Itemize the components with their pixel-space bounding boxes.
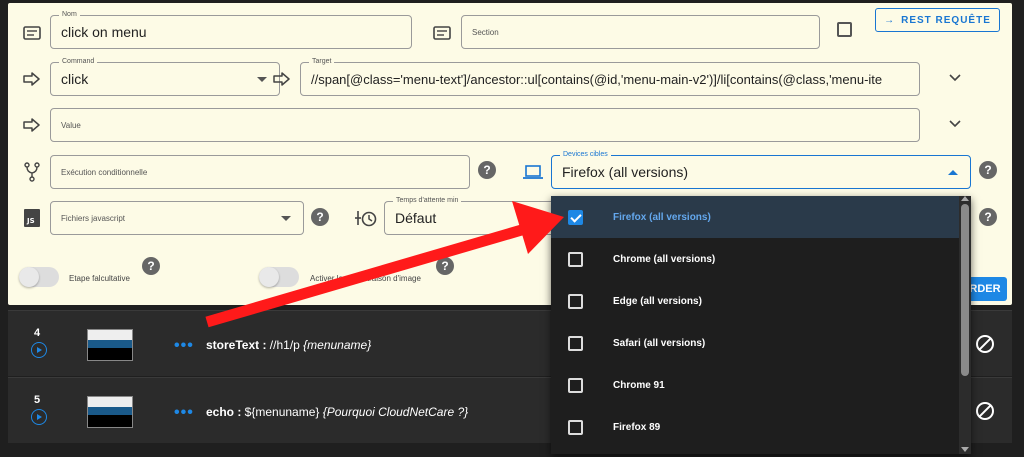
play-icon[interactable] <box>31 409 47 425</box>
step-command: storeText : //h1/p {menuname} <box>206 338 372 352</box>
dropdown-item-edge-all[interactable]: Edge (all versions) <box>551 280 959 322</box>
dropdown-item-firefox-89[interactable]: Firefox 89 <box>551 406 959 448</box>
more-icon[interactable]: ••• <box>174 337 194 355</box>
section-placeholder: Section <box>472 27 499 37</box>
help-icon[interactable]: ? <box>311 208 329 226</box>
checkbox[interactable] <box>568 209 583 225</box>
step-thumbnail[interactable] <box>87 396 133 428</box>
optional-step-label: Etape falcultative <box>69 274 130 283</box>
wait-time-value: Défaut <box>395 210 437 226</box>
help-icon[interactable]: ? <box>979 208 997 226</box>
js-file-icon: JS <box>23 209 41 227</box>
checkbox[interactable] <box>568 293 583 309</box>
section-field[interactable]: Section <box>461 15 820 49</box>
target-field[interactable]: Target //span[@class='menu-text']/ancest… <box>300 57 920 96</box>
caret-down-icon <box>257 77 267 82</box>
checkbox[interactable] <box>568 377 583 393</box>
optional-step-toggle[interactable] <box>19 267 59 287</box>
devices-select[interactable]: Devices cibles Firefox (all versions) <box>551 150 971 189</box>
nom-value: click on menu <box>61 24 147 40</box>
devices-dropdown: Firefox (all versions) Chrome (all versi… <box>551 196 971 454</box>
caret-up-icon <box>948 170 958 175</box>
devices-value: Firefox (all versions) <box>562 164 689 180</box>
timer-icon <box>355 208 377 228</box>
command-select[interactable]: Command click <box>50 57 280 96</box>
section-checkbox[interactable] <box>837 22 852 37</box>
caret-down-icon <box>281 216 291 221</box>
text-field-icon <box>432 23 452 43</box>
image-compare-toggle[interactable] <box>259 267 299 287</box>
scroll-up-icon[interactable] <box>961 196 969 201</box>
js-files-placeholder: Fichiers javascript <box>61 213 126 223</box>
chevron-down-icon[interactable] <box>948 119 962 129</box>
dropdown-item-firefox-all[interactable]: Firefox (all versions) <box>551 196 959 238</box>
value-field[interactable]: Value <box>50 108 920 142</box>
dropdown-item-safari-all[interactable]: Safari (all versions) <box>551 322 959 364</box>
rest-request-button[interactable]: → REST REQUÊTE <box>875 8 1000 32</box>
disable-icon[interactable] <box>976 402 994 420</box>
arrow-right-icon: → <box>884 14 896 26</box>
step-thumbnail[interactable] <box>87 329 133 361</box>
step-number: 4 <box>34 327 41 339</box>
more-icon[interactable]: ••• <box>174 404 194 422</box>
help-icon[interactable]: ? <box>142 257 160 275</box>
help-icon[interactable]: ? <box>478 161 496 179</box>
image-compare-label: Activer la comparaison d'image <box>310 274 421 283</box>
help-icon[interactable]: ? <box>436 257 454 275</box>
arrow-right-icon <box>272 69 292 89</box>
svg-text:JS: JS <box>26 217 35 225</box>
fork-icon <box>22 161 42 183</box>
play-icon[interactable] <box>31 342 47 358</box>
checkbox[interactable] <box>568 419 583 435</box>
dropdown-scrollbar[interactable] <box>959 196 971 454</box>
dropdown-item-chrome-91[interactable]: Chrome 91 <box>551 364 959 406</box>
chevron-down-icon[interactable] <box>948 73 962 83</box>
nom-field[interactable]: Nom click on menu <box>50 10 412 49</box>
js-files-select[interactable]: Fichiers javascript <box>50 201 304 235</box>
scroll-down-icon[interactable] <box>961 447 969 452</box>
command-value: click <box>61 71 89 87</box>
target-value: //span[@class='menu-text']/ancestor::ul[… <box>311 71 883 87</box>
checkbox[interactable] <box>568 335 583 351</box>
step-command: echo : ${menuname} {Pourquoi CloudNetCar… <box>206 405 469 419</box>
arrow-right-icon <box>22 115 42 135</box>
wait-time-select[interactable]: Temps d'attente min Défaut <box>384 196 559 235</box>
checkbox[interactable] <box>568 251 583 267</box>
laptop-icon <box>521 163 545 181</box>
disable-icon[interactable] <box>976 335 994 353</box>
value-placeholder: Value <box>61 120 81 130</box>
help-icon[interactable]: ? <box>979 161 997 179</box>
conditional-execution-field[interactable]: Exécution conditionnelle <box>50 155 470 189</box>
scroll-thumb[interactable] <box>961 204 969 376</box>
conditional-execution-placeholder: Exécution conditionnelle <box>61 167 148 177</box>
arrow-right-icon <box>22 69 42 89</box>
text-field-icon <box>22 23 42 43</box>
step-number: 5 <box>34 394 41 406</box>
dropdown-item-chrome-all[interactable]: Chrome (all versions) <box>551 238 959 280</box>
